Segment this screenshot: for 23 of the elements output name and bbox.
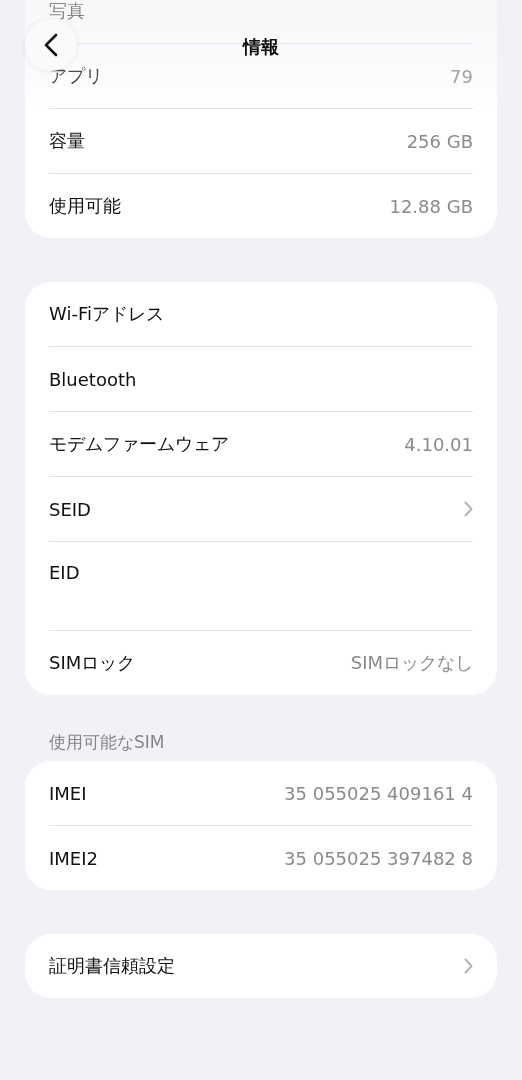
row-label: EID — [49, 562, 80, 583]
row-value: SIMロックなし — [350, 651, 473, 675]
row-value: 4.10.01 — [404, 433, 473, 455]
row-label: 証明書信頼設定 — [49, 954, 175, 978]
row-label: モデムファームウェア — [49, 432, 229, 456]
row-value: 35 055025 397482 8 — [284, 847, 473, 869]
row-label: Bluetooth — [49, 368, 137, 390]
row-label: SEID — [49, 498, 91, 520]
row-label: アプリ — [49, 64, 103, 88]
chevron-left-icon — [44, 33, 58, 57]
row-label: IMEI — [49, 782, 87, 804]
row-value: 79 — [450, 65, 473, 87]
row-label: Wi-Fiアドレス — [49, 302, 164, 326]
section-header: 使用可能なSIM — [48, 731, 166, 753]
row-label: IMEI2 — [49, 847, 98, 869]
row-label: 写真 — [49, 0, 85, 23]
row-label: SIMロック — [49, 651, 136, 675]
row-label: 使用可能 — [49, 194, 121, 218]
row-value: 12.88 GB — [389, 195, 473, 217]
row-value: 256 GB — [406, 130, 473, 152]
row-label: 容量 — [49, 129, 85, 153]
row-value: 35 055025 409161 4 — [284, 782, 473, 804]
page-title: 情報 — [241, 35, 280, 59]
